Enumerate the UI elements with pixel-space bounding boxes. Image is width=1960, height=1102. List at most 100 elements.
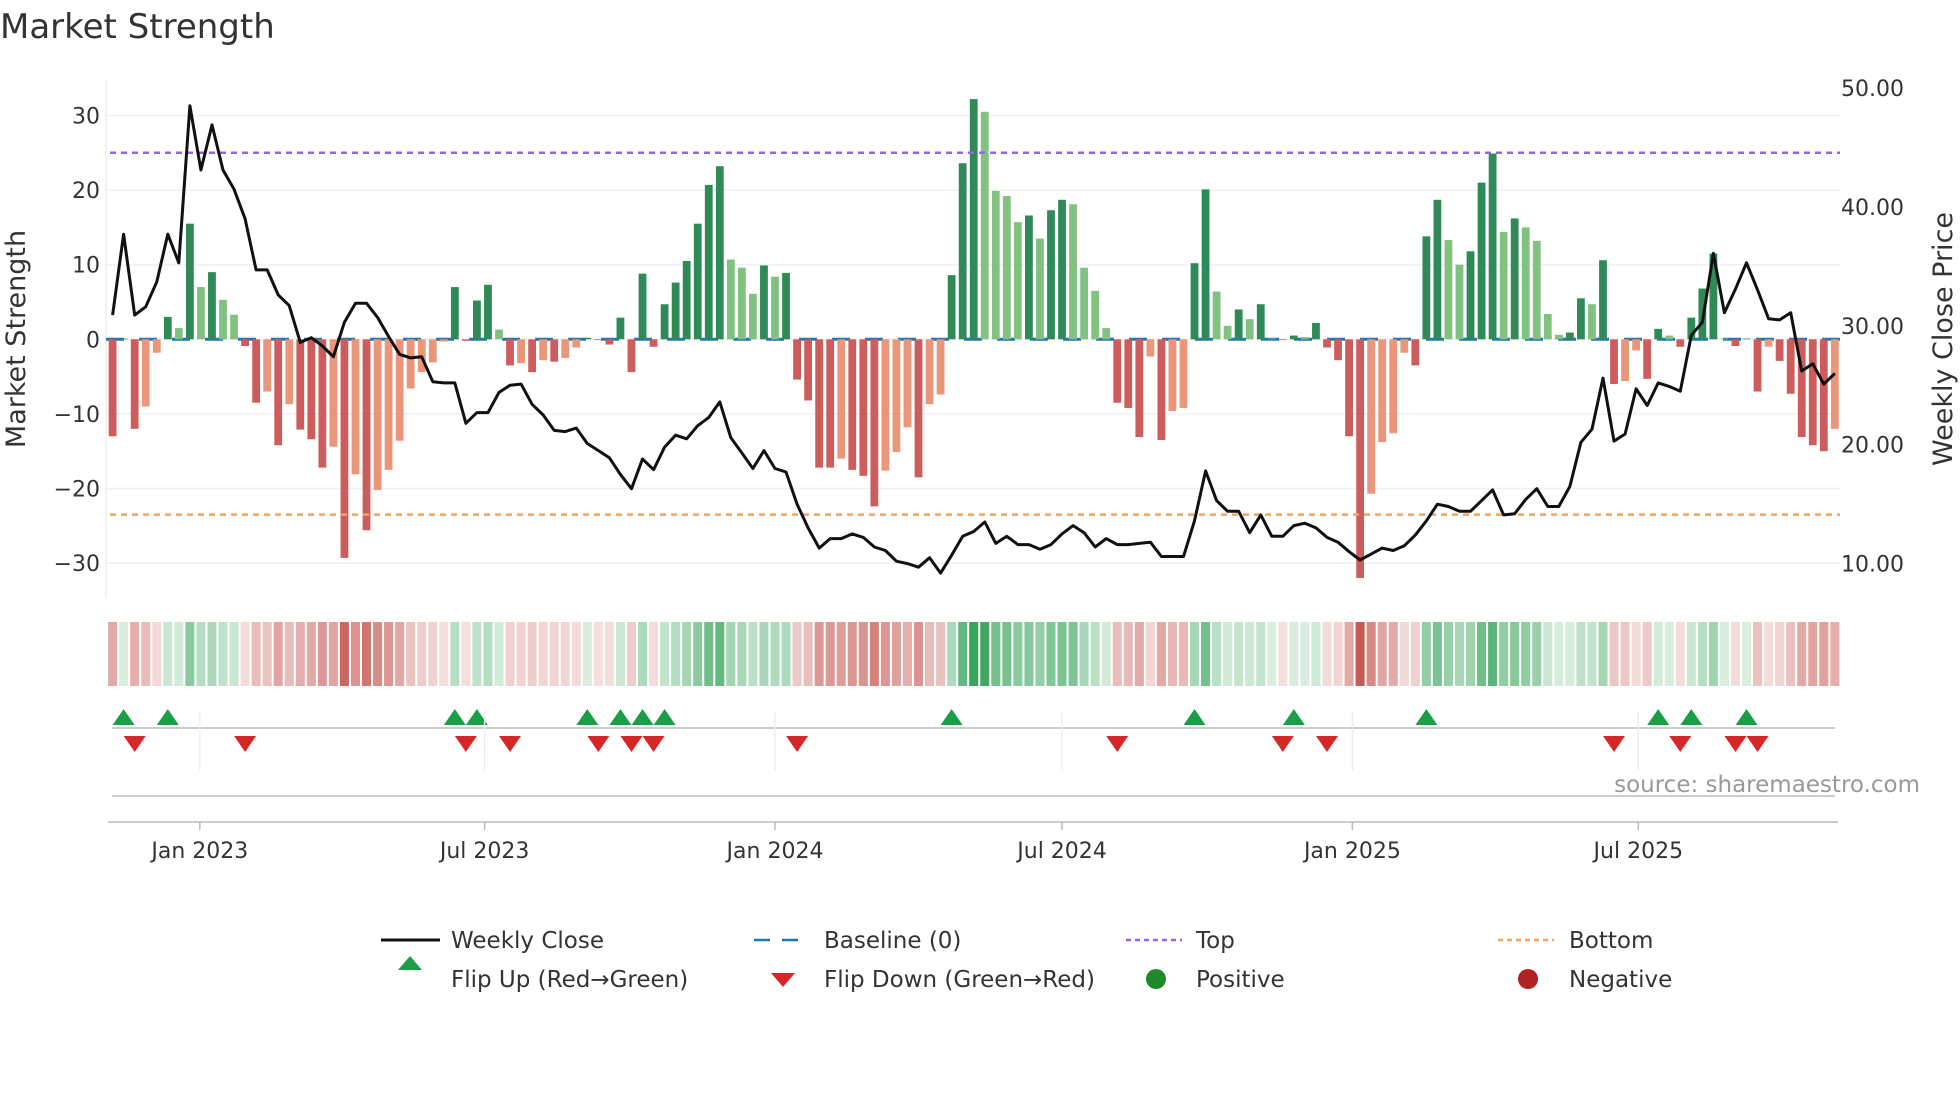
strength-bar: [1069, 204, 1077, 340]
strength-bar: [1444, 240, 1453, 340]
heat-strip-cell: [1399, 622, 1409, 686]
strength-bar: [1212, 291, 1221, 340]
heat-strip-cell: [1764, 622, 1774, 686]
strength-bar: [450, 287, 459, 340]
flip-up-marker: [1282, 709, 1305, 725]
y2-tick-label: 20.00: [1841, 434, 1904, 459]
heat-strip-cell: [1786, 622, 1796, 686]
strength-bar: [1025, 215, 1033, 340]
strength-bar: [1146, 339, 1155, 357]
heat-strip-cell: [262, 622, 272, 686]
heat-strip-cell: [1201, 622, 1211, 686]
strength-bar: [340, 339, 349, 558]
flip-up-icon: [398, 956, 422, 970]
strength-bar: [1554, 334, 1563, 340]
heat-strip-cell: [693, 622, 703, 686]
strength-bar: [484, 284, 492, 340]
strength-bar: [1422, 236, 1431, 340]
heat-strip-cell: [803, 622, 813, 686]
strength-bar: [307, 339, 316, 440]
heat-strip-cell: [1808, 622, 1818, 686]
heat-strip-cell: [1730, 622, 1740, 686]
heat-strip-cell: [1223, 622, 1233, 686]
strength-bar: [1764, 339, 1773, 347]
heat-strip-cell: [229, 622, 239, 686]
heat-strip-cell: [1488, 622, 1498, 686]
heat-strip-cell: [1090, 622, 1100, 686]
heat-strip-cell: [1344, 622, 1354, 686]
strength-bar: [804, 339, 813, 401]
heat-strip-cell: [582, 622, 592, 686]
heat-strip-cell: [1112, 622, 1122, 686]
flip-up-marker: [609, 709, 632, 725]
strength-bar: [638, 273, 647, 340]
strength-bar: [1124, 339, 1133, 408]
heat-strip-cell: [538, 622, 548, 686]
strength-bar: [351, 339, 360, 475]
flip-down-marker: [587, 736, 610, 752]
heat-strip-cell: [1013, 622, 1023, 686]
flip-up-marker: [1415, 709, 1438, 725]
heat-strip-cell: [1708, 622, 1718, 686]
heat-strip-cell: [483, 622, 493, 686]
y2-tick-label: 10.00: [1841, 553, 1904, 578]
strength-bar: [1400, 339, 1409, 353]
heat-strip-cell: [1289, 622, 1299, 686]
strength-bar: [406, 339, 415, 389]
strength-bar: [130, 339, 139, 429]
strength-bar: [528, 339, 537, 373]
strength-bar: [1488, 153, 1497, 340]
strength-bar: [771, 276, 779, 340]
y2-tick-label: 50.00: [1841, 77, 1904, 102]
heat-strip-cell: [273, 622, 283, 686]
strength-bar: [208, 272, 216, 340]
heat-strip-cell: [1267, 622, 1277, 686]
heat-strip-cell: [339, 622, 349, 686]
legend-weekly-close: Weekly Close: [451, 928, 604, 954]
legend-negative: Negative: [1569, 967, 1672, 993]
strength-bar: [439, 339, 448, 342]
strength-bar: [837, 339, 846, 459]
strength-bar: [1378, 339, 1387, 443]
heat-strip-cell: [1532, 622, 1542, 686]
heat-strip-cell: [1775, 622, 1785, 686]
legend-flip-up: Flip Up (Red→Green): [451, 967, 688, 993]
flip-down-marker: [1724, 736, 1747, 752]
strength-bar: [1256, 304, 1265, 340]
heat-strip-cell: [306, 622, 316, 686]
heat-strip-cell: [626, 622, 636, 686]
heat-strip-cell: [1642, 622, 1652, 686]
strength-bar: [1267, 338, 1276, 340]
strength-bar: [881, 339, 890, 471]
heat-strip-cell: [130, 622, 140, 686]
strength-bar: [152, 339, 161, 353]
strength-bar: [1510, 218, 1519, 340]
heat-strip-cell: [1454, 622, 1464, 686]
heat-strip-cell: [1664, 622, 1674, 686]
heat-strip-cell: [748, 622, 758, 686]
heat-strip-cell: [1057, 622, 1067, 686]
strength-bar: [296, 339, 305, 430]
heat-strip-cell: [152, 622, 162, 686]
heat-strip-cell: [317, 622, 327, 686]
heat-strip-cell: [902, 622, 912, 686]
strength-bar: [539, 339, 548, 361]
strength-bar: [1643, 339, 1652, 379]
strength-bar: [1389, 339, 1398, 434]
heat-strip-cell: [980, 622, 990, 686]
y-tick-label: −30: [54, 552, 100, 577]
heat-strip-cell: [1719, 622, 1729, 686]
strength-bar: [605, 339, 614, 345]
y2-tick-label: 30.00: [1841, 315, 1904, 340]
heat-strip-cell: [1830, 622, 1840, 686]
y-tick-label: −10: [54, 403, 100, 428]
flip-down-marker: [1603, 736, 1626, 752]
strength-bar: [384, 339, 393, 470]
strength-bar: [174, 328, 183, 340]
strength-bar: [1312, 322, 1320, 340]
heat-strip-cell: [373, 622, 383, 686]
strength-bar: [1577, 298, 1585, 340]
flip-up-marker: [631, 709, 654, 725]
heat-strip-cell: [163, 622, 173, 686]
heat-strip-cell: [1079, 622, 1089, 686]
